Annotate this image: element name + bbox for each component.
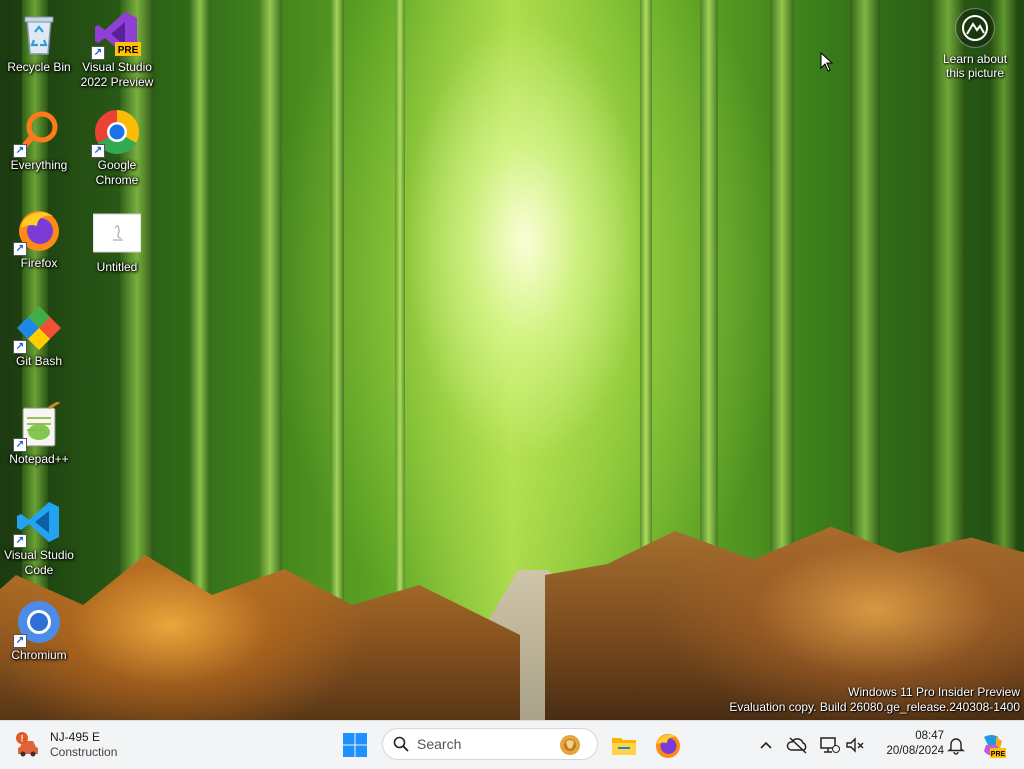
network-icon bbox=[820, 737, 840, 753]
shortcut-arrow-icon: ↗ bbox=[13, 634, 27, 648]
desktop-icon-label: Visual Studio 2022 Preview bbox=[80, 60, 154, 89]
desktop-icon-google-chrome[interactable]: ↗ Google Chrome bbox=[78, 104, 156, 194]
git-bash-icon: ↗ bbox=[13, 304, 63, 354]
watermark-line-1: Windows 11 Pro Insider Preview bbox=[848, 685, 1020, 699]
svg-text:PRE: PRE bbox=[991, 751, 1006, 758]
desktop-icon-label: Google Chrome bbox=[95, 158, 139, 187]
bamboo-stalk bbox=[190, 0, 210, 660]
taskbar-firefox[interactable] bbox=[652, 729, 684, 761]
desktop-icon-label: Chromium bbox=[11, 648, 67, 662]
search-placeholder: Search bbox=[417, 736, 462, 752]
tray-notifications[interactable] bbox=[946, 721, 966, 769]
shortcut-arrow-icon: ↗ bbox=[91, 144, 105, 158]
shortcut-arrow-icon: ↗ bbox=[13, 144, 27, 158]
shortcut-arrow-icon: ↗ bbox=[13, 340, 27, 354]
tray-onedrive[interactable] bbox=[786, 721, 810, 769]
chevron-up-icon bbox=[760, 741, 772, 749]
visual-studio-preview-icon: PRE ↗ bbox=[91, 10, 141, 60]
everything-search-icon: ↗ bbox=[13, 108, 63, 158]
desktop-icon-notepad-plus-plus[interactable]: ↗ Notepad++ bbox=[0, 398, 78, 488]
taskbar-search-box[interactable]: Search bbox=[382, 728, 598, 760]
evaluation-watermark: Windows 11 Pro Insider Preview Evaluatio… bbox=[729, 685, 1020, 715]
desktop-icon-recycle-bin[interactable]: Recycle Bin bbox=[0, 6, 78, 96]
tray-network[interactable] bbox=[818, 721, 840, 769]
bamboo-stalk bbox=[258, 0, 282, 640]
desktop-icon-label: Firefox bbox=[20, 256, 58, 270]
weather-title: NJ-495 E bbox=[50, 730, 101, 744]
mouse-cursor-icon bbox=[820, 52, 834, 72]
bamboo-stalk bbox=[330, 0, 344, 620]
desktop-icon-everything[interactable]: ↗ Everything bbox=[0, 104, 78, 194]
desktop-icon-visual-studio-preview[interactable]: PRE ↗ Visual Studio 2022 Preview bbox=[78, 6, 156, 96]
clock-date: 20/08/2024 bbox=[886, 745, 944, 757]
search-icon bbox=[393, 736, 409, 752]
desktop-icon-firefox[interactable]: ↗ Firefox bbox=[0, 202, 78, 292]
taskbar-clock[interactable]: 08:47 20/08/2024 bbox=[872, 729, 944, 759]
tray-copilot[interactable]: PRE bbox=[978, 721, 1006, 769]
bamboo-stalk bbox=[395, 0, 405, 600]
chrome-icon: ↗ bbox=[91, 108, 141, 158]
desktop-icon-git-bash[interactable]: ↗ Git Bash bbox=[0, 300, 78, 390]
desktop-icon-vscode[interactable]: ↗ Visual Studio Code bbox=[0, 494, 78, 580]
shortcut-arrow-icon: ↗ bbox=[13, 534, 27, 548]
desktop-icon-label: Untitled bbox=[96, 260, 138, 274]
vscode-icon: ↗ bbox=[13, 498, 63, 548]
bamboo-stalk bbox=[640, 0, 652, 600]
copilot-icon: PRE bbox=[984, 735, 1006, 758]
shortcut-arrow-icon: ↗ bbox=[13, 438, 27, 452]
notepad-plus-plus-icon: ↗ bbox=[13, 400, 63, 452]
shortcut-arrow-icon: ↗ bbox=[13, 242, 27, 256]
document-thumbnail-icon bbox=[92, 210, 142, 258]
watermark-line-2: Evaluation copy. Build 26080.ge_release.… bbox=[729, 700, 1020, 714]
file-explorer-icon bbox=[612, 738, 636, 755]
clock-time: 08:47 bbox=[915, 730, 944, 742]
search-highlight-icon bbox=[560, 735, 580, 755]
tray-volume[interactable] bbox=[844, 721, 866, 769]
taskbar-file-explorer[interactable] bbox=[608, 729, 640, 761]
weather-widget[interactable]: ! NJ-495 E Construction bbox=[14, 727, 117, 763]
weather-subtitle: Construction bbox=[50, 745, 118, 759]
camera-info-icon bbox=[955, 8, 995, 48]
svg-text:!: ! bbox=[21, 734, 24, 744]
volume-muted-icon bbox=[846, 737, 864, 753]
desktop-icon-label: Git Bash bbox=[15, 354, 63, 368]
traffic-alert-icon: ! bbox=[16, 732, 38, 757]
taskbar: ! NJ-495 E Construction Search 08:47 20/… bbox=[0, 720, 1024, 769]
desktop-icon-chromium[interactable]: ↗ Chromium bbox=[0, 594, 78, 684]
firefox-icon bbox=[656, 734, 680, 758]
notification-bell-icon bbox=[946, 738, 966, 755]
learn-about-picture-label: Learn about this picture bbox=[942, 52, 1008, 80]
desktop-icon-label: Notepad++ bbox=[9, 452, 69, 466]
svg-text:PRE: PRE bbox=[118, 45, 139, 56]
onedrive-offline-icon bbox=[786, 737, 807, 754]
start-button[interactable] bbox=[340, 730, 370, 760]
desktop-icon-label: Visual Studio Code bbox=[4, 548, 74, 577]
learn-about-picture[interactable]: Learn about this picture bbox=[938, 8, 1012, 80]
windows-logo-icon bbox=[343, 733, 367, 757]
desktop-icon-label: Everything bbox=[10, 158, 68, 172]
show-hidden-icons-button[interactable] bbox=[756, 721, 776, 769]
chromium-icon: ↗ bbox=[13, 598, 63, 648]
desktop-icon-untitled[interactable]: Untitled bbox=[78, 206, 156, 296]
desktop-icon-label: Recycle Bin bbox=[7, 60, 71, 74]
firefox-icon: ↗ bbox=[13, 206, 63, 256]
bamboo-stalk bbox=[700, 0, 718, 620]
recycle-bin-icon bbox=[15, 10, 63, 58]
shortcut-arrow-icon: ↗ bbox=[91, 46, 105, 60]
